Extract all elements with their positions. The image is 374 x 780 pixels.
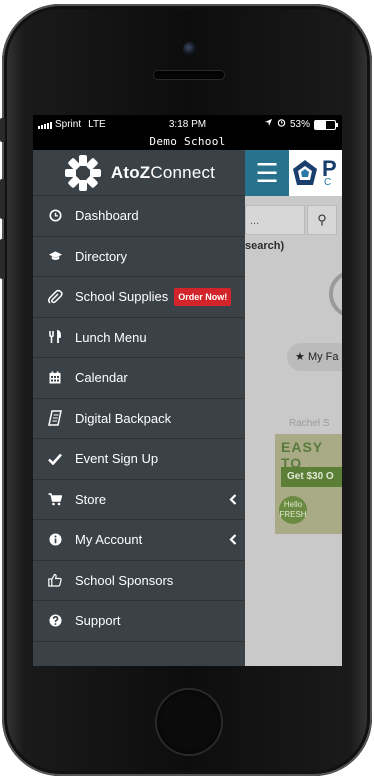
menu-label: Digital Backpack (75, 410, 172, 426)
window-title: Demo School (33, 134, 342, 150)
search-icon[interactable]: ⚲ (307, 205, 337, 235)
menu-label: Calendar (75, 370, 128, 386)
volume-down-button (0, 239, 5, 279)
ad-cta-button[interactable]: Get $30 O (281, 467, 342, 487)
menu-label: Store (75, 491, 107, 507)
status-right: 53% (264, 115, 338, 134)
brand-name-bold: AtoZ (110, 162, 151, 182)
menu-item-calendar[interactable]: Calendar (33, 358, 245, 399)
mute-switch (0, 118, 5, 142)
menu-label: My Account (75, 532, 143, 548)
paperclip-icon (47, 289, 63, 305)
background-header: ☰ P C (245, 150, 342, 196)
menu-item-dashboard[interactable]: Dashboard (33, 196, 245, 237)
earpiece-speaker (154, 71, 224, 79)
menu-item-my-account[interactable]: My Account (33, 520, 245, 561)
sponsor-ad[interactable]: EASY TO Get $30 O Hello FRESH (275, 434, 342, 534)
menu-label: Support (75, 613, 121, 629)
cart-icon (47, 493, 63, 506)
menu-item-school-sponsors[interactable]: School Sponsors (33, 561, 245, 601)
menu-item-support[interactable]: Support (33, 601, 245, 642)
menu-item-directory[interactable]: Directory (33, 237, 245, 277)
ad-logo: Hello FRESH (279, 496, 307, 524)
ad-logo-line1: Hello (283, 500, 303, 509)
thumbs-up-icon (47, 573, 63, 587)
check-icon (47, 453, 63, 465)
home-button[interactable] (157, 690, 221, 754)
front-camera (183, 42, 197, 56)
favorites-label: My Fa (307, 351, 339, 363)
star-icon: ★ (295, 351, 305, 363)
chevron-left-icon[interactable] (229, 520, 237, 560)
decorative-circle (329, 270, 342, 318)
search-note: search) (245, 240, 285, 252)
menu-item-school-supplies[interactable]: School Supplies Order Now! (33, 277, 245, 318)
menu-item-digital-backpack[interactable]: Digital Backpack (33, 399, 245, 439)
menu-label: Directory (75, 248, 128, 264)
background-page: ☰ P C ... ⚲ search) ★ My Fa Rachel S EAS… (245, 150, 342, 666)
order-now-badge[interactable]: Order Now! (174, 287, 232, 306)
sponsor-name: Rachel S (289, 418, 330, 429)
brand-name: AtoZConnect (111, 163, 215, 183)
menu-item-event-sign-up[interactable]: Event Sign Up (33, 439, 245, 480)
sidebar-menu: AtoZConnect Dashboard Directory School S… (33, 150, 245, 666)
brand-logo[interactable]: AtoZConnect (33, 150, 245, 196)
alarm-icon (277, 115, 286, 134)
volume-up-button (0, 179, 5, 219)
screen: Sprint LTE 3:18 PM 53% Demo School ☰ P C (33, 115, 342, 666)
graduation-cap-icon (47, 250, 63, 262)
battery-icon (314, 119, 338, 130)
search-input[interactable]: ... (245, 205, 305, 235)
atoz-flower-icon (64, 154, 101, 191)
ad-logo-line2: FRESH (279, 510, 307, 519)
menu-item-lunch-menu[interactable]: Lunch Menu (33, 318, 245, 358)
menu-list: Dashboard Directory School Supplies Orde… (33, 196, 245, 642)
status-bar: Sprint LTE 3:18 PM 53% (33, 115, 342, 134)
info-icon (47, 533, 63, 546)
hamburger-menu-icon[interactable]: ☰ (245, 150, 289, 196)
brand-name-light: Connect (150, 162, 216, 182)
menu-item-store[interactable]: Store (33, 480, 245, 520)
clock-icon (47, 209, 63, 222)
menu-label: Event Sign Up (75, 451, 159, 467)
battery-percent: 53% (289, 119, 310, 130)
school-logo-subtext: C (324, 177, 332, 188)
scroll-icon (47, 410, 63, 426)
menu-label: School Sponsors (75, 572, 174, 588)
chevron-left-icon[interactable] (229, 480, 237, 520)
location-arrow-icon (264, 115, 273, 134)
school-logo-icon (293, 160, 317, 185)
calendar-icon (47, 371, 63, 384)
question-icon (47, 614, 63, 627)
menu-label: Dashboard (75, 208, 139, 224)
favorites-button[interactable]: ★ My Fa (287, 343, 342, 371)
menu-label: School Supplies (75, 289, 169, 305)
utensils-icon (47, 330, 63, 344)
menu-label: Lunch Menu (75, 329, 147, 345)
